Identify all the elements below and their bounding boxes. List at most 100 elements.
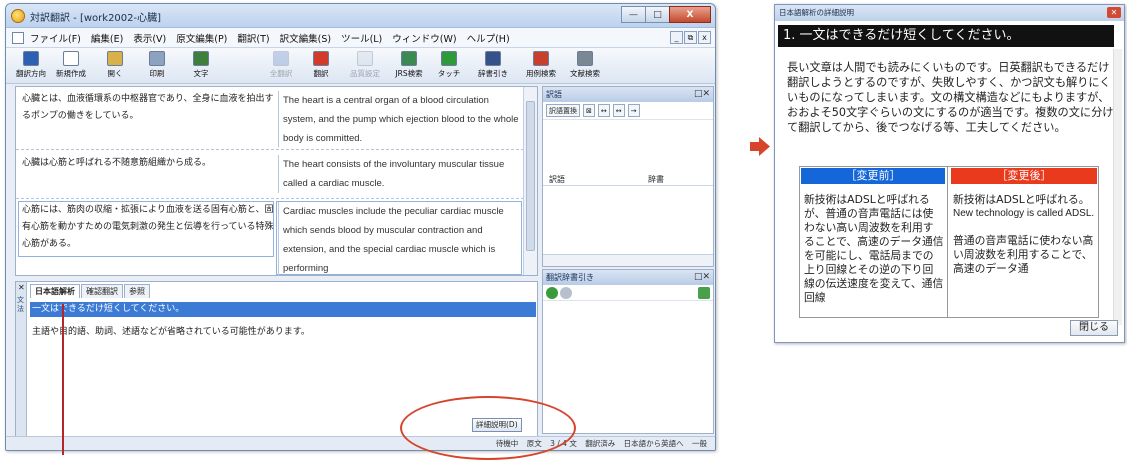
row-divider bbox=[16, 198, 524, 199]
dictionary-panel-header: 翻訳辞書引き □✕ bbox=[543, 270, 713, 285]
forward-icon[interactable] bbox=[560, 286, 572, 299]
toolbar-icon bbox=[23, 51, 39, 66]
toolbar-icon bbox=[149, 51, 165, 66]
toolbar-label: 全翻訳 bbox=[269, 69, 293, 78]
enter-icon[interactable] bbox=[698, 287, 710, 299]
target-sentence[interactable]: The heart consists of the involuntary mu… bbox=[278, 155, 522, 193]
toolbar-button-7[interactable]: 品質設定 bbox=[346, 51, 384, 81]
after-header: ［変更後］ bbox=[951, 168, 1097, 184]
source-sentence[interactable]: 心臓は心筋と呼ばれる不随意筋組織から成る。 bbox=[22, 155, 276, 172]
after-text-1: 新技術はADSLと呼ばれる。 bbox=[953, 193, 1090, 206]
toolbar-button-8[interactable]: JRS検索 bbox=[390, 51, 428, 81]
toolbar-label: 品質設定 bbox=[350, 69, 380, 78]
dialog-close-button[interactable]: 閉じる bbox=[1070, 320, 1118, 336]
toolbar-button-1[interactable]: 新規作成 bbox=[52, 51, 90, 81]
arrow-right-icon[interactable]: → bbox=[627, 104, 640, 117]
toolbar-label: 文字 bbox=[193, 69, 209, 78]
replace-word-button[interactable]: 訳語置換 bbox=[546, 104, 580, 117]
detail-dialog: 日本語解析の詳細説明 ✕ 1. 一文はできるだけ短くしてください。 長い文章は人… bbox=[774, 4, 1125, 343]
title-bar: 対訳翻訳 - [work2002-心臓] — □ X bbox=[6, 4, 715, 28]
menu-tools[interactable]: ツール(L) bbox=[341, 31, 382, 45]
toolbar-button-2[interactable]: 開く bbox=[96, 51, 134, 81]
toolbar-icon bbox=[441, 51, 457, 66]
toolbar-icon bbox=[533, 51, 549, 66]
panel-close-icon[interactable]: ✕ bbox=[18, 283, 25, 292]
toolbar-icon bbox=[357, 51, 373, 66]
toolbar-icon bbox=[401, 51, 417, 66]
target-sentence[interactable]: The heart is a central organ of a blood … bbox=[278, 91, 522, 147]
row-divider bbox=[16, 149, 524, 150]
dictionary-panel-title: 翻訳辞書引き bbox=[546, 273, 594, 282]
translation-grid: 心臓とは、血液循環系の中枢器官であり、全身に血液を拍出するポンプの働きをしている… bbox=[15, 86, 538, 276]
tab-reference[interactable]: 参照 bbox=[124, 284, 150, 298]
dialog-scrollbar[interactable] bbox=[1113, 49, 1122, 325]
toolbar-button-9[interactable]: タッチ bbox=[430, 51, 468, 81]
minimize-button[interactable]: — bbox=[621, 6, 646, 23]
target-sentence[interactable]: Cardiac muscles include the peculiar car… bbox=[278, 202, 522, 276]
dialog-heading: 1. 一文はできるだけ短くしてください。 bbox=[778, 25, 1114, 47]
menu-window[interactable]: ウィンドウ(W) bbox=[392, 31, 456, 45]
source-sentence[interactable]: 心臓とは、血液循環系の中枢器官であり、全身に血液を拍出するポンプの働きをしている… bbox=[22, 91, 276, 125]
toolbar-label: JRS検索 bbox=[395, 69, 423, 78]
tab-japanese-analysis[interactable]: 日本語解析 bbox=[30, 284, 80, 298]
analysis-tabs: 日本語解析 確認翻訳 参照 bbox=[30, 284, 151, 298]
toolbar-button-4[interactable]: 文字 bbox=[182, 51, 220, 81]
delete-icon[interactable]: ⊠ bbox=[583, 104, 595, 117]
swap-icon[interactable]: ↔ bbox=[597, 104, 610, 117]
toolbar-button-5[interactable]: 全翻訳 bbox=[262, 51, 300, 81]
toolbar-button-11[interactable]: 用例検索 bbox=[522, 51, 560, 81]
mdi-close-button[interactable]: x bbox=[698, 31, 711, 44]
horizontal-scrollbar[interactable] bbox=[543, 254, 713, 266]
highlighted-advice[interactable]: 一文はできるだけ短くしてください。 bbox=[30, 302, 536, 317]
toolbar-label: 文献検索 bbox=[570, 69, 600, 78]
advice-note[interactable]: 主語や目的語、助詞、述語などが省略されている可能性があります。 bbox=[32, 324, 310, 337]
scrollbar-thumb[interactable] bbox=[526, 101, 535, 251]
menu-source-edit[interactable]: 原文編集(P) bbox=[176, 31, 227, 45]
mdi-controls: _ ⧉ x bbox=[669, 31, 711, 44]
toolbar-icon bbox=[193, 51, 209, 66]
toolbar-button-3[interactable]: 印刷 bbox=[138, 51, 176, 81]
dictionary-panel: 翻訳辞書引き □✕ bbox=[542, 269, 714, 434]
toolbar-label: 翻訳 bbox=[313, 69, 329, 78]
app-icon bbox=[11, 9, 25, 23]
tab-confirm-translation[interactable]: 確認翻訳 bbox=[81, 284, 123, 298]
toolbar-label: 新規作成 bbox=[56, 69, 86, 78]
grid-scrollbar[interactable] bbox=[523, 87, 537, 275]
window-title: 対訳翻訳 - [work2002-心臓] bbox=[30, 13, 162, 24]
dialog-title: 日本語解析の詳細説明 bbox=[779, 8, 854, 17]
menu-edit[interactable]: 編集(E) bbox=[91, 31, 123, 45]
mdi-minimize-button[interactable]: _ bbox=[670, 31, 683, 44]
highlight-ellipse bbox=[400, 396, 576, 460]
close-icon[interactable]: ✕ bbox=[1107, 7, 1121, 18]
menu-target-edit[interactable]: 訳文編集(S) bbox=[280, 31, 331, 45]
menu-view[interactable]: 表示(V) bbox=[133, 31, 166, 45]
status-field: 一般 bbox=[692, 439, 707, 448]
column-header-word: 訳語 bbox=[549, 175, 565, 184]
word-panel-header: 訳語 □✕ bbox=[543, 87, 713, 102]
before-text: 新技術はADSLと呼ばれるが、普通の音声電話には使わない高い周波数を利用すること… bbox=[804, 193, 944, 304]
menu-file[interactable]: ファイル(F) bbox=[30, 31, 81, 45]
toolbar-button-0[interactable]: 翻訳方向 bbox=[12, 51, 50, 81]
toolbar-label: 開く bbox=[107, 69, 123, 78]
toolbar-icon bbox=[107, 51, 123, 66]
panel-close-icon[interactable]: □✕ bbox=[694, 270, 710, 285]
divider bbox=[543, 185, 713, 186]
menu-help[interactable]: ヘルプ(H) bbox=[467, 31, 510, 45]
toolbar-button-10[interactable]: 辞書引き bbox=[474, 51, 512, 81]
back-icon[interactable] bbox=[546, 286, 558, 299]
menu-translate[interactable]: 翻訳(T) bbox=[237, 31, 269, 45]
word-panel: 訳語 □✕ 訳語置換 ⊠ ↔ ↔ → 訳語 辞書 bbox=[542, 86, 714, 267]
toolbar-icon bbox=[313, 51, 329, 66]
source-sentence[interactable]: 心筋には、筋肉の収縮・拡張により血液を送る固有心筋と、固有心筋を動かすための電気… bbox=[22, 202, 276, 253]
toolbar-icon bbox=[63, 51, 79, 66]
column-divider bbox=[947, 167, 948, 317]
swap-alt-icon[interactable]: ↔ bbox=[612, 104, 625, 117]
close-button[interactable]: X bbox=[669, 6, 711, 23]
status-direction: 日本語から英語へ bbox=[623, 439, 684, 448]
toolbar-button-6[interactable]: 翻訳 bbox=[302, 51, 340, 81]
mdi-restore-button[interactable]: ⧉ bbox=[684, 31, 697, 44]
panel-close-icon[interactable]: □✕ bbox=[694, 87, 710, 102]
maximize-button[interactable]: □ bbox=[645, 6, 670, 23]
dictionary-toolbar bbox=[543, 285, 713, 301]
toolbar-button-12[interactable]: 文献検索 bbox=[566, 51, 604, 81]
